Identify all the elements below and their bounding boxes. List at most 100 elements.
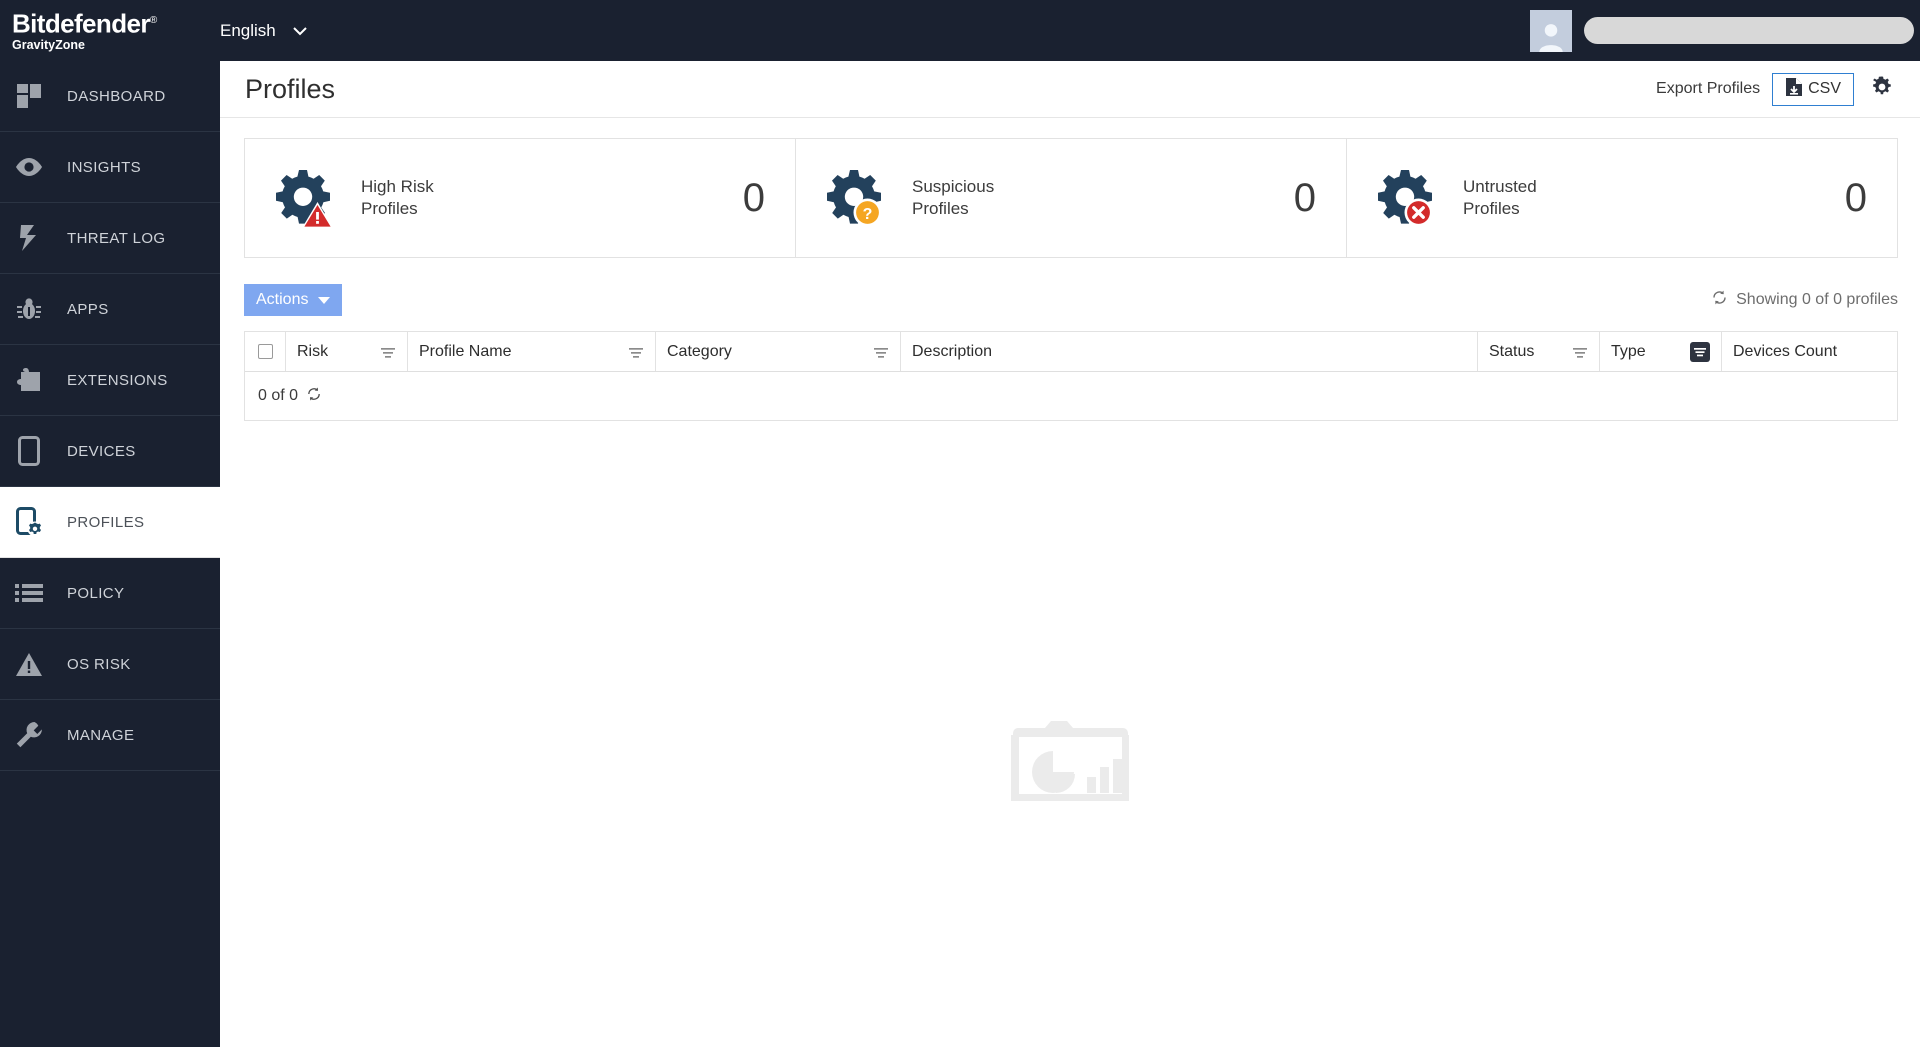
language-selector[interactable]: English <box>220 21 310 41</box>
sidebar-item-label: APPS <box>67 300 109 318</box>
sidebar-item-label: PROFILES <box>67 513 145 531</box>
page-header: Profiles Export Profiles CSV <box>220 61 1920 118</box>
card-label: High Risk Profiles <box>361 176 434 220</box>
brand-name: Bitdefender® <box>12 8 157 39</box>
card-label-line1: High Risk <box>361 177 434 196</box>
card-label: Suspicious Profiles <box>912 176 994 220</box>
lightning-bolt-icon <box>13 222 45 254</box>
column-header-risk[interactable]: Risk <box>286 332 408 371</box>
caret-down-icon <box>318 296 331 304</box>
column-label: Profile Name <box>419 342 512 360</box>
user-name-pill[interactable] <box>1584 17 1914 44</box>
column-header-description[interactable]: Description <box>901 332 1478 371</box>
gear-icon <box>1870 75 1894 104</box>
sidebar-item-label: THREAT LOG <box>67 229 166 247</box>
column-label: Risk <box>297 342 329 360</box>
column-header-devices-count[interactable]: Devices Count <box>1722 332 1897 371</box>
select-all-cell <box>245 332 286 371</box>
card-count: 0 <box>1844 175 1867 220</box>
card-high-risk-profiles[interactable]: High Risk Profiles 0 <box>245 139 796 257</box>
footer-count-label: 0 of 0 <box>258 387 299 404</box>
card-suspicious-profiles[interactable]: ? Suspicious Profiles 0 <box>796 139 1347 257</box>
sidebar-item-label: POLICY <box>67 584 125 602</box>
sidebar-item-manage[interactable]: MANAGE <box>0 700 220 771</box>
column-header-category[interactable]: Category <box>656 332 901 371</box>
empty-state <box>220 721 1920 806</box>
file-download-icon <box>1785 77 1803 102</box>
user-area <box>1530 0 1920 61</box>
card-label-line1: Suspicious <box>912 177 995 196</box>
card-label-line2: Profiles <box>361 199 418 218</box>
card-untrusted-profiles[interactable]: Untrusted Profiles 0 <box>1347 139 1897 257</box>
sidebar-item-label: MANAGE <box>67 726 135 744</box>
card-count: 0 <box>1293 175 1316 220</box>
sidebar-item-devices[interactable]: DEVICES <box>0 416 220 487</box>
body-region: DASHBOARD INSIGHTS THREAT LOG APPS EXTEN… <box>0 61 1920 1047</box>
puzzle-piece-icon <box>13 364 45 396</box>
table-toolbar: Actions Showing 0 of 0 profiles <box>244 284 1898 316</box>
card-count: 0 <box>742 175 765 220</box>
brand-logo[interactable]: Bitdefender® GravityZone <box>0 8 220 54</box>
top-bar: Bitdefender® GravityZone English <box>0 0 1920 61</box>
chevron-down-icon <box>290 21 310 41</box>
page-title: Profiles <box>245 73 336 104</box>
settings-gear-button[interactable] <box>1866 75 1898 104</box>
gear-question-icon: ? <box>822 166 886 230</box>
language-label: English <box>220 20 276 40</box>
filter-icon[interactable] <box>1562 345 1588 359</box>
summary-cards: High Risk Profiles 0 ? Suspicious Profil… <box>244 138 1898 258</box>
card-label-line2: Profiles <box>1463 199 1520 218</box>
filter-icon[interactable] <box>370 345 396 359</box>
actions-dropdown-button[interactable]: Actions <box>244 284 343 316</box>
svg-text:?: ? <box>863 206 873 223</box>
sidebar-item-insights[interactable]: INSIGHTS <box>0 132 220 203</box>
column-header-profile-name[interactable]: Profile Name <box>408 332 656 371</box>
sidebar-item-threat-log[interactable]: THREAT LOG <box>0 203 220 274</box>
sidebar-item-extensions[interactable]: EXTENSIONS <box>0 345 220 416</box>
showing-count: Showing 0 of 0 profiles <box>1711 289 1898 311</box>
column-label: Description <box>912 342 993 360</box>
card-label-line1: Untrusted <box>1463 177 1537 196</box>
device-gear-icon <box>13 506 45 538</box>
sidebar-item-profiles[interactable]: PROFILES <box>0 487 220 558</box>
column-label: Category <box>667 342 732 360</box>
select-all-checkbox[interactable] <box>257 344 273 359</box>
gear-error-icon <box>1373 166 1437 230</box>
filter-icon[interactable] <box>618 345 644 359</box>
application-window: Bitdefender® GravityZone English DASHBOA… <box>0 0 1920 1047</box>
avatar[interactable] <box>1530 9 1572 52</box>
sidebar-item-label: EXTENSIONS <box>67 371 168 389</box>
eye-icon <box>13 151 45 183</box>
sidebar-navigation: DASHBOARD INSIGHTS THREAT LOG APPS EXTEN… <box>0 61 220 1047</box>
sidebar-empty-space <box>0 771 220 1047</box>
sidebar-item-dashboard[interactable]: DASHBOARD <box>0 61 220 132</box>
profiles-table: Risk Profile Name Category Description S… <box>244 331 1898 421</box>
export-csv-button[interactable]: CSV <box>1772 72 1854 106</box>
empty-folder-chart-icon <box>1011 721 1129 806</box>
column-header-status[interactable]: Status <box>1478 332 1600 371</box>
filter-icon[interactable] <box>863 345 889 359</box>
table-footer: 0 of 0 <box>245 372 1897 421</box>
registered-mark: ® <box>149 14 157 26</box>
sidebar-item-label: DEVICES <box>67 442 136 460</box>
column-label: Status <box>1489 342 1535 360</box>
filter-icon-active[interactable] <box>1680 341 1710 362</box>
refresh-icon[interactable] <box>1711 289 1728 311</box>
brand-subtitle: GravityZone <box>12 38 85 53</box>
column-label: Type <box>1611 342 1646 360</box>
sidebar-item-policy[interactable]: POLICY <box>0 558 220 629</box>
gear-warning-icon <box>271 166 335 230</box>
sidebar-item-os-risk[interactable]: OS RISK <box>0 629 220 700</box>
warning-triangle-icon <box>13 648 45 680</box>
list-icon <box>13 577 45 609</box>
sidebar-item-apps[interactable]: APPS <box>0 274 220 345</box>
refresh-icon[interactable] <box>306 386 322 407</box>
csv-label: CSV <box>1808 80 1841 97</box>
wrench-icon <box>13 719 45 751</box>
table-header-row: Risk Profile Name Category Description S… <box>245 332 1897 372</box>
sidebar-item-label: INSIGHTS <box>67 158 142 176</box>
bug-icon <box>13 293 45 325</box>
page-header-actions: Export Profiles CSV <box>1656 72 1898 106</box>
column-header-type[interactable]: Type <box>1600 332 1722 371</box>
showing-label: Showing 0 of 0 profiles <box>1736 291 1898 308</box>
